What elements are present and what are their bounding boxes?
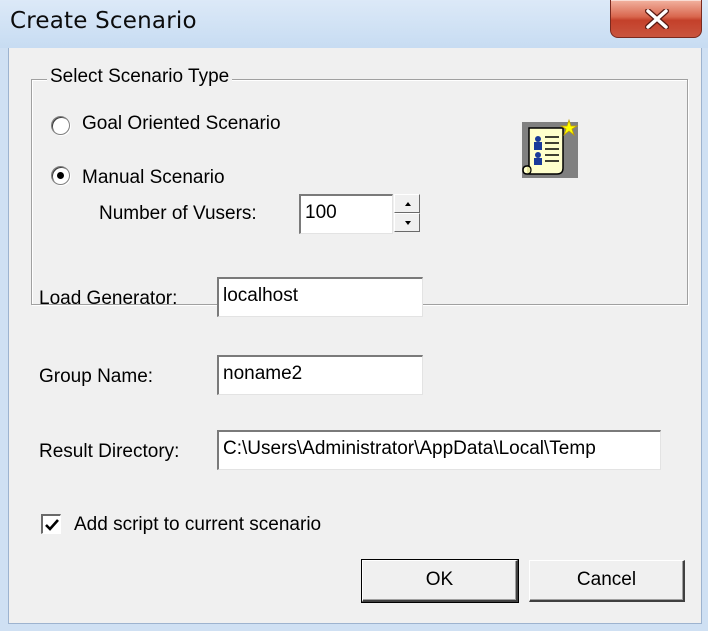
add-script-label[interactable]: Add script to current scenario: [74, 514, 321, 536]
spin-up-icon: [405, 202, 411, 206]
goal-oriented-label[interactable]: Goal Oriented Scenario: [82, 113, 281, 135]
vusers-input[interactable]: 100: [299, 194, 393, 234]
radio-selected-dot: [57, 172, 64, 179]
dialog-body: Select Scenario Type Goal Oriented Scena…: [8, 48, 702, 624]
result-directory-label: Result Directory:: [39, 441, 180, 462]
group-name-label: Group Name:: [39, 366, 154, 387]
add-script-checkbox[interactable]: [41, 514, 61, 534]
spin-down-icon: [405, 221, 411, 225]
load-generator-input[interactable]: localhost: [217, 277, 423, 317]
check-icon: [45, 519, 59, 531]
scenario-type-legend: Select Scenario Type: [47, 66, 233, 88]
scenario-scroll-icon: [522, 118, 579, 178]
window-title: Create Scenario: [10, 8, 197, 34]
cancel-button[interactable]: Cancel: [529, 560, 685, 602]
spin-down-button[interactable]: [394, 213, 420, 232]
close-button[interactable]: [610, 0, 702, 38]
manual-scenario-radio[interactable]: [51, 166, 70, 185]
goal-oriented-radio[interactable]: [51, 116, 70, 135]
create-scenario-dialog: Create Scenario Select Scenario Type Goa…: [0, 0, 708, 631]
spin-up-button[interactable]: [394, 194, 420, 213]
group-name-input[interactable]: noname2: [217, 355, 423, 395]
ok-button[interactable]: OK: [361, 559, 519, 603]
close-icon: [645, 9, 669, 29]
vusers-spinner[interactable]: [394, 194, 420, 232]
manual-scenario-label[interactable]: Manual Scenario: [82, 167, 225, 189]
result-directory-input[interactable]: C:\Users\Administrator\AppData\Local\Tem…: [217, 430, 661, 470]
vusers-label: Number of Vusers:: [99, 203, 257, 224]
load-generator-label: Load Generator:: [39, 288, 178, 309]
title-bar[interactable]: Create Scenario: [0, 0, 708, 48]
